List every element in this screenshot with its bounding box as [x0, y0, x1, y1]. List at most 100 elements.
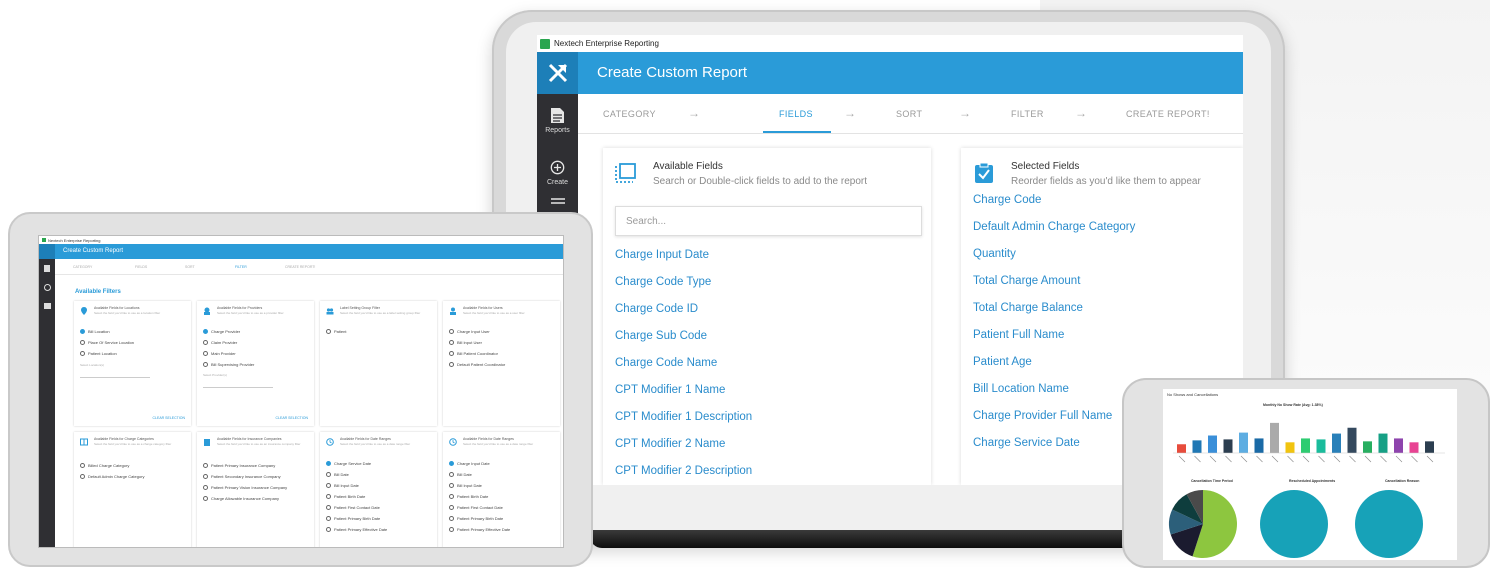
radio-option[interactable]: Bill Location — [80, 329, 110, 334]
radio-icon — [449, 516, 454, 521]
radio-option[interactable]: Place Of Service Location — [80, 340, 134, 345]
radio-option[interactable]: Charge Input User — [449, 329, 490, 334]
radio-icon — [449, 494, 454, 499]
selected-field-item[interactable]: Patient Age — [973, 356, 1032, 368]
card-subtitle: Select the field you'd like to use as a … — [94, 311, 161, 315]
available-field-item[interactable]: Charge Code Type — [615, 276, 711, 288]
available-field-item[interactable]: CPT Modifier 2 Description — [615, 465, 752, 477]
selected-field-item[interactable]: Quantity — [973, 248, 1016, 260]
radio-option[interactable]: Billed Charge Category — [80, 463, 129, 468]
available-field-item[interactable]: Charge Code ID — [615, 303, 698, 315]
provider-select[interactable] — [203, 380, 273, 388]
selected-field-item[interactable]: Bill Location Name — [973, 383, 1069, 395]
pie-slice — [1260, 490, 1328, 558]
available-field-item[interactable]: CPT Modifier 2 Name — [615, 438, 725, 450]
available-field-item[interactable]: CPT Modifier 1 Name — [615, 384, 725, 396]
radio-option[interactable]: Default Admin Charge Category — [80, 474, 144, 479]
step-fields[interactable]: FIELDS — [135, 265, 147, 269]
provider-icon — [204, 307, 210, 315]
selected-field-item[interactable]: Charge Service Date — [973, 437, 1080, 449]
clear-selection-link[interactable]: CLEAR SELECTION — [153, 416, 185, 420]
sidebar-item-reports[interactable]: Reports — [537, 94, 578, 146]
selected-field-item[interactable]: Charge Provider Full Name — [973, 410, 1112, 422]
available-field-item[interactable]: Charge Sub Code — [615, 330, 707, 342]
radio-option[interactable]: Patient — [326, 329, 346, 334]
radio-option[interactable]: Patient Secondary Insurance Company — [203, 474, 281, 479]
arrow-right-icon: → — [844, 106, 857, 120]
bar — [1332, 433, 1341, 453]
radio-option[interactable]: Patient Primary Effective Date — [449, 527, 510, 532]
step-category[interactable]: CATEGORY — [603, 109, 656, 119]
radio-option[interactable]: Bill Supervising Provider — [203, 362, 254, 367]
sidebar-item-create[interactable]: Create — [537, 146, 578, 198]
card-subtitle: Select the field you'd like to use as a … — [340, 311, 421, 315]
location-pin-icon — [81, 307, 87, 315]
step-sort[interactable]: SORT — [185, 265, 195, 269]
selected-field-item[interactable]: Patient Full Name — [973, 329, 1064, 341]
x-tick-label — [1318, 455, 1325, 463]
x-tick-label — [1271, 455, 1279, 463]
available-field-item[interactable]: Charge Code Name — [615, 357, 717, 369]
selected-field-item[interactable]: Total Charge Balance — [973, 302, 1083, 314]
radio-option[interactable]: Patient Primary Insurance Company — [203, 463, 275, 468]
radio-option[interactable]: Patient Birth Date — [449, 494, 488, 499]
radio-option[interactable]: Patient Primary Birth Date — [449, 516, 503, 521]
radio-option[interactable]: Default Patient Coordinator — [449, 362, 505, 367]
app-logo-icon[interactable] — [39, 244, 55, 259]
radio-option[interactable]: Bill Input User — [449, 340, 482, 345]
filter-card-label-group: Label Setting Group Filter Select the fi… — [320, 301, 437, 426]
radio-option[interactable]: Bill Input Date — [326, 483, 359, 488]
step-filter[interactable]: FILTER — [1011, 109, 1044, 119]
search-input[interactable]: Search... — [615, 206, 922, 236]
arrow-right-icon: → — [688, 106, 701, 120]
radio-option[interactable]: Bill Input Date — [449, 483, 482, 488]
clear-selection-link[interactable]: CLEAR SELECTION — [276, 416, 308, 420]
card-subtitle: Select the field you'd like to use as a … — [340, 442, 411, 446]
app-logo[interactable] — [537, 52, 578, 94]
available-fields-subtitle: Search or Double-click fields to add to … — [653, 176, 867, 187]
radio-icon — [203, 485, 208, 490]
radio-option[interactable]: Bill Date — [326, 472, 349, 477]
document-icon[interactable] — [44, 265, 50, 272]
radio-option[interactable]: Charge Service Date — [326, 461, 371, 466]
radio-option[interactable]: Claim Provider — [203, 340, 237, 345]
radio-option[interactable]: Charge Input Date — [449, 461, 490, 466]
radio-option[interactable]: Charge Allowable Insurance Company — [203, 496, 279, 501]
radio-option[interactable]: Main Provider — [203, 351, 236, 356]
step-category[interactable]: CATEGORY — [73, 265, 92, 269]
radio-option[interactable]: Patient Primary Birth Date — [326, 516, 380, 521]
selected-field-item[interactable]: Default Admin Charge Category — [973, 221, 1135, 233]
location-select[interactable] — [80, 370, 150, 378]
active-step-indicator — [763, 131, 831, 133]
radio-icon — [449, 483, 454, 488]
available-field-item[interactable]: Charge Input Date — [615, 249, 709, 261]
selected-field-item[interactable]: Charge Code — [973, 194, 1041, 206]
radio-option[interactable]: Patient Primary Effective Date — [326, 527, 387, 532]
radio-icon — [449, 527, 454, 532]
radio-icon — [80, 351, 85, 356]
step-create-report[interactable]: CREATE REPORT! — [285, 265, 315, 269]
plus-circle-icon[interactable] — [43, 284, 51, 291]
radio-option[interactable]: Patient Birth Date — [326, 494, 365, 499]
radio-option[interactable]: Bill Date — [449, 472, 472, 477]
bar — [1270, 422, 1279, 453]
step-filter[interactable]: FILTER — [235, 265, 247, 269]
radio-option[interactable]: Charge Provider — [203, 329, 240, 334]
radio-option[interactable]: Bill Patient Coordinator — [449, 351, 498, 356]
radio-icon — [326, 472, 331, 477]
step-fields[interactable]: FIELDS — [779, 109, 813, 119]
card-title: Available Fields for Locations — [94, 306, 140, 310]
selected-field-item[interactable]: Total Charge Amount — [973, 275, 1080, 287]
step-create-report[interactable]: CREATE REPORT! — [1126, 109, 1210, 119]
card-subtitle: Select the field you'd like to use as a … — [463, 442, 534, 446]
radio-option[interactable]: Patient First Contact Date — [326, 505, 380, 510]
radio-option[interactable]: Patient Primary Vision Insurance Company — [203, 485, 287, 490]
radio-option[interactable]: Patient First Contact Date — [449, 505, 503, 510]
step-sort[interactable]: SORT — [896, 109, 922, 119]
briefcase-icon[interactable] — [43, 303, 51, 309]
radio-option[interactable]: Patient Location — [80, 351, 117, 356]
available-field-item[interactable]: CPT Modifier 1 Description — [615, 411, 752, 423]
chart-title: Monthly No Show Rate (Avg: 1.38%) — [1263, 403, 1323, 407]
option-label: Claim Provider — [211, 340, 238, 345]
radio-icon — [203, 351, 208, 356]
